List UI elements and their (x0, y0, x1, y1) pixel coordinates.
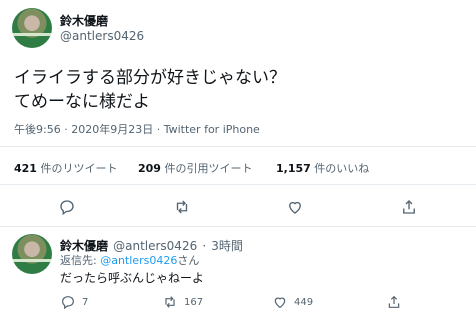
reply-icon[interactable] (60, 294, 76, 310)
heart-icon[interactable] (272, 294, 288, 310)
heart-icon[interactable] (286, 198, 304, 216)
quotes-count: 209 (138, 162, 161, 175)
reply-count: 7 (82, 296, 89, 308)
likes-count: 1,157 (276, 162, 311, 175)
share-icon[interactable] (400, 198, 418, 216)
reply-to-line: 返信先: @antlers0426さん (60, 252, 199, 268)
author-name[interactable]: 鈴木優磨 (60, 12, 108, 29)
tweet-time[interactable]: 午後9:56 (14, 123, 61, 136)
retweets-label: 件のリツイート (40, 162, 118, 175)
reply-author-handle[interactable]: @antlers0426 (113, 239, 197, 253)
retweets-stat[interactable]: 421 件のリツイート (14, 160, 117, 176)
tweet-text: イライラする部分が好きじゃない？ てめーなに様だよ (14, 66, 286, 114)
tweet-date[interactable]: 2020年9月23日 (71, 123, 153, 136)
reply-action-like[interactable]: 449 (272, 294, 313, 310)
separator: · (202, 239, 207, 253)
tweet-text-line1: イライラする部分が好きじゃない？ (14, 68, 286, 88)
reply-avatar[interactable] (12, 234, 52, 274)
reply-author-name[interactable]: 鈴木優磨 (60, 239, 108, 253)
author-handle[interactable]: @antlers0426 (60, 29, 144, 43)
separator: · (156, 123, 161, 136)
reply-icon[interactable] (58, 198, 76, 216)
reply-action-retweet[interactable]: 167 (162, 294, 203, 310)
retweet-icon[interactable] (162, 294, 178, 310)
quotes-label: 件の引用ツイート (164, 162, 253, 175)
likes-stat[interactable]: 1,157 件のいいね (276, 160, 369, 176)
reply-to-handle-link[interactable]: @antlers0426 (100, 254, 177, 267)
reply-to-suffix: さん (177, 254, 200, 267)
quotes-stat[interactable]: 209 件の引用ツイート (138, 160, 252, 176)
avatar[interactable] (12, 8, 52, 48)
divider (0, 184, 476, 185)
divider (0, 146, 476, 147)
likes-label: 件のいいね (314, 162, 370, 175)
retweet-count: 167 (184, 296, 204, 308)
retweet-icon[interactable] (173, 198, 191, 216)
separator: · (64, 123, 68, 136)
reply-action-reply[interactable]: 7 (60, 294, 88, 310)
retweets-count: 421 (14, 162, 37, 175)
tweet-source[interactable]: Twitter for iPhone (164, 123, 260, 136)
reply-to-label: 返信先: (60, 254, 97, 267)
like-count: 449 (294, 296, 314, 308)
reply-text: だったら呼ぶんじゃねーよ (60, 271, 205, 285)
tweet-meta: 午後9:56 · 2020年9月23日 · Twitter for iPhone (14, 121, 260, 137)
reply-age[interactable]: 3時間 (211, 239, 243, 253)
divider (0, 226, 476, 227)
tweet-text-line2: てめーなに様だよ (14, 92, 150, 112)
share-icon[interactable] (386, 294, 402, 310)
